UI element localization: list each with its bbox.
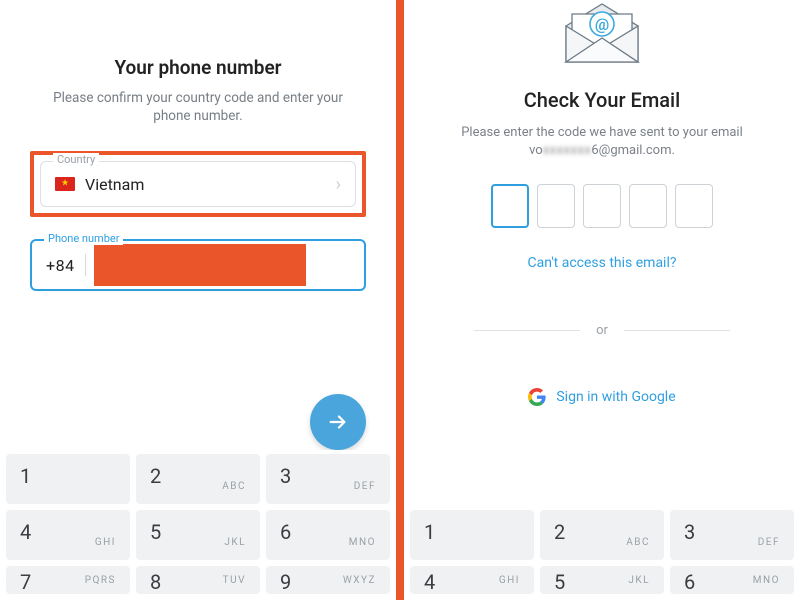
- key-3[interactable]: 3DEF: [670, 510, 794, 560]
- key-6[interactable]: 6MNO: [670, 566, 794, 594]
- phone-entry-screen: Your phone number Please confirm your co…: [0, 0, 396, 600]
- highlight-box: Country Vietnam ›: [30, 151, 366, 217]
- cant-access-email-link[interactable]: Can't access this email?: [527, 255, 676, 271]
- chevron-right-icon: ›: [336, 174, 341, 195]
- key-4[interactable]: 4GHI: [410, 566, 534, 594]
- or-divider: or: [434, 323, 770, 338]
- email-title: Check Your Email: [434, 88, 770, 112]
- phone-input[interactable]: Phone number +84: [30, 239, 366, 291]
- redaction-overlay: [94, 244, 306, 286]
- code-digit-2[interactable]: [537, 184, 575, 228]
- numeric-keypad: 1 2ABC 3DEF 4GHI 5JKL 6MNO: [404, 506, 800, 600]
- code-digit-3[interactable]: [583, 184, 621, 228]
- key-2[interactable]: 2ABC: [136, 454, 260, 504]
- panel-divider: [396, 0, 404, 600]
- separator: [85, 254, 86, 276]
- key-1[interactable]: 1: [6, 454, 130, 504]
- code-digit-1[interactable]: [491, 184, 529, 228]
- key-9[interactable]: 9WXYZ: [266, 566, 390, 594]
- key-5[interactable]: 5JKL: [136, 510, 260, 560]
- verification-code-input[interactable]: [434, 184, 770, 228]
- key-8[interactable]: 8TUV: [136, 566, 260, 594]
- page-subtitle: Please confirm your country code and ent…: [30, 89, 366, 125]
- country-name: Vietnam: [85, 175, 336, 194]
- code-digit-5[interactable]: [675, 184, 713, 228]
- flag-icon: [55, 177, 75, 191]
- country-legend: Country: [53, 153, 99, 166]
- numeric-keypad: 1 2ABC 3DEF 4GHI 5JKL 6MNO 7PQRS 8TUV 9W…: [0, 450, 396, 600]
- email-envelope-icon: @: [560, 0, 644, 68]
- key-1[interactable]: 1: [410, 510, 534, 560]
- email-subtitle: Please enter the code we have sent to yo…: [434, 124, 770, 160]
- key-2[interactable]: 2ABC: [540, 510, 664, 560]
- key-6[interactable]: 6MNO: [266, 510, 390, 560]
- google-signin-label: Sign in with Google: [556, 389, 675, 405]
- key-7[interactable]: 7PQRS: [6, 566, 130, 594]
- key-5[interactable]: 5JKL: [540, 566, 664, 594]
- phone-country-code: +84: [46, 256, 85, 275]
- page-title: Your phone number: [30, 56, 366, 79]
- svg-text:@: @: [595, 15, 609, 34]
- phone-legend: Phone number: [44, 232, 123, 245]
- country-selector[interactable]: Country Vietnam ›: [40, 161, 356, 207]
- google-icon: [528, 388, 546, 406]
- key-4[interactable]: 4GHI: [6, 510, 130, 560]
- sign-in-with-google-button[interactable]: Sign in with Google: [434, 388, 770, 406]
- key-3[interactable]: 3DEF: [266, 454, 390, 504]
- code-digit-4[interactable]: [629, 184, 667, 228]
- next-button[interactable]: [310, 394, 366, 450]
- email-verify-screen: @ Check Your Email Please enter the code…: [404, 0, 800, 600]
- arrow-right-icon: [327, 411, 349, 433]
